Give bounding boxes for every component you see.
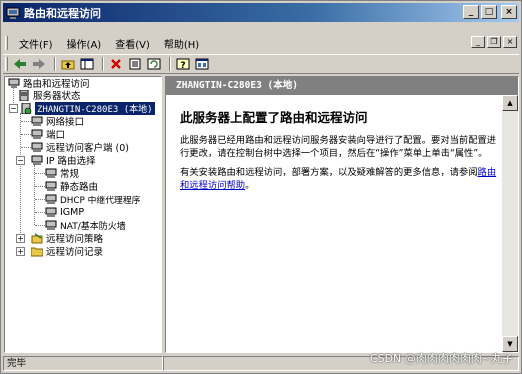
tree-item-general[interactable]: 常规: [45, 167, 80, 180]
tree-item-label: 远程访问记录: [46, 247, 104, 258]
tree-item-remote-logging[interactable]: 远程访问记录: [31, 245, 104, 258]
svg-text:?: ?: [180, 61, 185, 70]
tree-item-server[interactable]: ZHANGTIN-C280E3 (本地): [20, 101, 155, 115]
tree-connector: [35, 186, 45, 187]
dhcp-relay-icon: [45, 194, 57, 204]
tree-connector: [21, 121, 31, 122]
close-button[interactable]: ×: [501, 5, 517, 19]
status-text: 完毕: [3, 356, 163, 371]
tree-item-nat-firewall[interactable]: NAT/基本防火墙: [45, 219, 126, 232]
help-icon[interactable]: ?: [175, 56, 191, 72]
remote-clients-icon: [31, 142, 43, 152]
tree-item-static-routes[interactable]: 静态路由: [45, 180, 99, 193]
tree-item-ports[interactable]: 端口: [31, 128, 66, 141]
menubar-grip[interactable]: [5, 36, 8, 50]
general-icon: [45, 168, 57, 178]
tree-item-remote-clients[interactable]: 远程访问客户端 (0): [31, 141, 129, 154]
tree-item-label: 网络接口: [46, 117, 85, 128]
minimize-button[interactable]: _: [463, 5, 479, 19]
details-pane: ZHANGTIN-C280E3 (本地) 此服务器上配置了路由和远程访问 此服务…: [165, 76, 519, 353]
console-tree[interactable]: 路由和远程访问 服务器状态 − ZHANGTIN-C280E3 (本地) 网络接…: [4, 76, 162, 353]
details-heading: 此服务器上配置了路由和远程访问: [180, 110, 368, 125]
refresh-icon[interactable]: [146, 56, 162, 72]
tree-item-dhcp-relay[interactable]: DHCP 中继代理程序: [45, 193, 141, 206]
watermark: CSDN @肉肉肉肉肉肉~丸子: [369, 352, 513, 365]
tree-connector: [34, 165, 35, 225]
child-restore-button[interactable]: ❐: [487, 36, 501, 48]
tree-item-label: 远程访问客户端 (0): [46, 143, 129, 154]
toolbar-separator: [102, 57, 104, 71]
static-routes-icon: [45, 181, 57, 191]
details-content: 此服务器上配置了路由和远程访问 此服务器已经用路由和远程访问服务器安装向导进行了…: [180, 107, 498, 198]
back-icon[interactable]: [12, 56, 28, 72]
vertical-scrollbar[interactable]: ▲ ▼: [502, 95, 518, 352]
ip-routing-icon: [31, 155, 43, 165]
console-icon[interactable]: [194, 56, 210, 72]
tree-item-igmp[interactable]: IGMP: [45, 206, 84, 218]
folder-icon: [31, 247, 43, 256]
expand-icon[interactable]: +: [16, 234, 25, 243]
collapse-icon[interactable]: −: [16, 156, 25, 165]
menu-file[interactable]: 文件(F): [12, 36, 60, 51]
menu-view[interactable]: 查看(V): [108, 36, 157, 51]
tree-item-label: 端口: [46, 130, 66, 141]
igmp-icon: [45, 207, 57, 217]
tree-item-label: 服务器状态: [33, 91, 81, 102]
expand-icon[interactable]: +: [16, 247, 25, 256]
tree-connector: [35, 173, 45, 174]
app-window: 路由和远程访问 _ □ × 文件(F) 操作(A) 查看(V) 帮助(H) _ …: [0, 0, 522, 374]
collapse-icon[interactable]: −: [9, 104, 18, 113]
forward-icon[interactable]: [31, 56, 47, 72]
toolbar: ?: [3, 54, 519, 74]
ports-icon: [31, 129, 43, 139]
tree-item-label: ZHANGTIN-C280E3 (本地): [35, 101, 155, 115]
tree-item-network-interfaces[interactable]: 网络接口: [31, 115, 85, 128]
child-minimize-button[interactable]: _: [471, 36, 485, 48]
tree-item-label: DHCP 中继代理程序: [60, 195, 141, 206]
tree-connector: [35, 199, 45, 200]
tree-item-label: NAT/基本防火墙: [60, 221, 126, 232]
tree-item-label: 静态路由: [60, 182, 99, 193]
toolbar-separator: [54, 57, 56, 71]
toolbar-separator: [169, 57, 171, 71]
tree-item-label: IGMP: [60, 206, 85, 218]
tree-item-label: IP 路由选择: [46, 156, 96, 167]
tree-item-remote-policies[interactable]: 远程访问策略: [31, 232, 104, 245]
menu-help[interactable]: 帮助(H): [157, 36, 206, 51]
child-close-button[interactable]: ×: [503, 36, 517, 48]
details-paragraph-1: 此服务器已经用路由和远程访问服务器安装向导进行了配置。要对当前配置进行更改，请在…: [180, 135, 497, 159]
properties-icon[interactable]: [127, 56, 143, 72]
tree-connector: [35, 225, 45, 226]
delete-icon[interactable]: [108, 56, 124, 72]
nat-firewall-icon: [45, 220, 57, 230]
window-title: 路由和远程访问: [24, 6, 101, 20]
maximize-button[interactable]: □: [481, 5, 497, 19]
details-header: ZHANGTIN-C280E3 (本地): [166, 77, 518, 95]
tree-connector: [35, 212, 45, 213]
network-interface-icon: [31, 116, 43, 126]
menu-action[interactable]: 操作(A): [60, 36, 109, 51]
tree-item-server-status[interactable]: 服务器状态: [18, 89, 81, 102]
routing-icon: [8, 78, 20, 88]
tree-connector: [21, 134, 31, 135]
tree-connector: [20, 113, 21, 241]
tree-item-label: 远程访问策略: [46, 234, 104, 245]
policy-icon: [31, 232, 43, 243]
tree-connector: [21, 147, 31, 148]
tree-connector: [13, 87, 14, 105]
paragraph-text: 有关安装路由和远程访问，部署方案，以及疑难解答的更多信息，请参阅: [180, 167, 478, 178]
server-running-icon: [21, 102, 32, 114]
paragraph-text: 。: [245, 180, 255, 191]
server-icon: [19, 89, 29, 101]
tree-item-ip-routing[interactable]: IP 路由选择: [31, 154, 96, 167]
routing-app-icon: [6, 7, 20, 19]
show-tree-icon[interactable]: [79, 56, 95, 72]
toolbar-grip[interactable]: [5, 57, 8, 71]
menu-bar: 文件(F) 操作(A) 查看(V) 帮助(H) _ ❐ ×: [3, 34, 519, 52]
details-paragraph-2: 有关安装路由和远程访问，部署方案，以及疑难解答的更多信息，请参阅路由和远程访问帮…: [180, 166, 498, 192]
title-bar[interactable]: 路由和远程访问 _ □ ×: [3, 3, 519, 22]
scroll-up-icon[interactable]: ▲: [502, 95, 518, 111]
tree-item-label: 常规: [60, 169, 80, 180]
up-folder-icon[interactable]: [60, 56, 76, 72]
